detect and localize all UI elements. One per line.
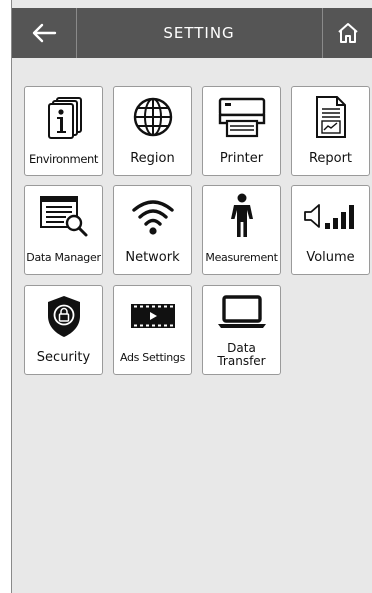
person-icon [230, 193, 253, 237]
tile-volume[interactable]: Volume [291, 185, 370, 275]
tile-network[interactable]: Network [113, 185, 192, 275]
top-bar: SETTING [12, 8, 372, 58]
home-icon [338, 23, 358, 43]
tile-data-transfer[interactable]: Data Transfer [202, 285, 281, 375]
tile-label: Ads Settings [119, 351, 186, 364]
report-document-icon [315, 96, 346, 138]
tile-data-manager[interactable]: Data Manager [24, 185, 103, 275]
tile-report[interactable]: Report [291, 86, 370, 176]
info-icon [47, 97, 82, 139]
tile-label: Report [308, 151, 353, 166]
back-button[interactable] [12, 8, 77, 58]
wifi-icon [131, 200, 174, 235]
tile-ads-settings[interactable]: Ads Settings [113, 285, 192, 375]
printer-icon [218, 97, 265, 138]
tile-region[interactable]: Region [113, 86, 192, 176]
tile-printer[interactable]: Printer [202, 86, 281, 176]
laptop-icon [217, 295, 266, 328]
page-title: SETTING [163, 24, 235, 42]
tile-label: Region [130, 151, 175, 166]
tile-label: Volume [306, 250, 355, 265]
tile-label: Printer [219, 151, 264, 166]
globe-icon [133, 97, 172, 137]
tile-environment[interactable]: Environment [24, 86, 103, 176]
tile-label: Data Transfer [217, 341, 266, 368]
tile-measurement[interactable]: Measurement [202, 185, 281, 275]
video-play-icon [130, 304, 175, 328]
home-button[interactable] [322, 8, 372, 58]
left-arrow-icon [32, 23, 57, 43]
tile-security[interactable]: Security [24, 285, 103, 375]
tile-label: Environment [28, 152, 99, 166]
tile-label: Network [125, 250, 180, 265]
data-search-icon [39, 196, 87, 237]
shield-lock-icon [47, 296, 80, 337]
volume-icon [303, 204, 354, 229]
tile-label: Measurement [205, 251, 278, 264]
tile-label: Security [36, 350, 91, 365]
tile-label: Data Manager [26, 251, 101, 264]
